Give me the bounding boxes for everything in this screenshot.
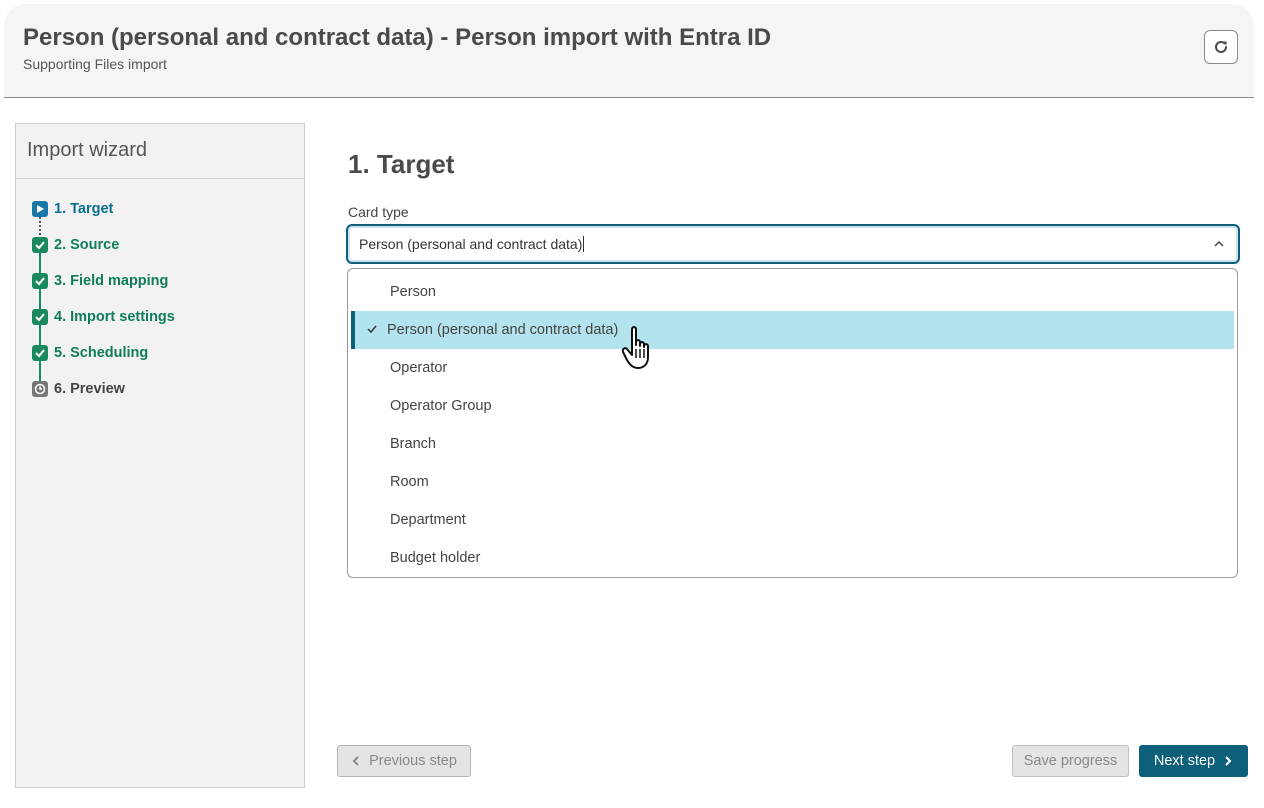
card-type-select[interactable]: Person (personal and contract data): [346, 224, 1240, 264]
option-label: Operator Group: [390, 398, 492, 414]
wizard-step-label: 1. Target: [54, 201, 114, 217]
check-icon: [32, 309, 48, 325]
wizard-step-label: 6. Preview: [54, 381, 125, 397]
page-header: Person (personal and contract data) - Pe…: [4, 4, 1254, 98]
option-operator-group[interactable]: Operator Group: [351, 387, 1234, 425]
import-wizard-sidebar: Import wizard 1. Target 2. Source 3. Fie…: [15, 123, 305, 788]
play-icon: [32, 201, 48, 217]
clock-icon: [32, 381, 48, 397]
check-icon: [32, 237, 48, 253]
wizard-steps: 1. Target 2. Source 3. Field mapping 4. …: [16, 179, 304, 407]
wizard-step-label: 3. Field mapping: [54, 273, 169, 289]
chevron-up-icon[interactable]: [1212, 237, 1226, 251]
next-step-button[interactable]: Next step: [1139, 745, 1248, 777]
option-person-personal-contract[interactable]: Person (personal and contract data): [351, 311, 1234, 349]
wizard-step-field-mapping[interactable]: 3. Field mapping: [16, 263, 304, 299]
save-progress-button[interactable]: Save progress: [1012, 745, 1129, 777]
wizard-step-label: 4. Import settings: [54, 309, 175, 325]
chevron-left-icon: [352, 756, 359, 766]
option-label: Person (personal and contract data): [387, 322, 619, 338]
option-label: Operator: [390, 360, 448, 376]
refresh-icon: [1215, 40, 1227, 53]
step-title: 1. Target: [348, 149, 455, 179]
check-icon: [32, 345, 48, 361]
wizard-step-source[interactable]: 2. Source: [16, 227, 304, 263]
card-type-dropdown: Person Person (personal and contract dat…: [347, 268, 1238, 578]
option-department[interactable]: Department: [351, 501, 1234, 539]
previous-step-label: Previous step: [369, 753, 457, 769]
option-label: Budget holder: [390, 550, 481, 566]
wizard-step-label: 5. Scheduling: [54, 345, 149, 361]
previous-step-button[interactable]: Previous step: [337, 745, 471, 777]
wizard-step-import-settings[interactable]: 4. Import settings: [16, 299, 304, 335]
wizard-step-label: 2. Source: [54, 237, 120, 253]
save-progress-label: Save progress: [1023, 753, 1118, 769]
option-room[interactable]: Room: [351, 463, 1234, 501]
page-subtitle: Supporting Files import: [23, 56, 167, 72]
text-caret: [583, 236, 585, 252]
chevron-right-icon: [1225, 756, 1232, 766]
option-label: Department: [390, 512, 466, 528]
wizard-step-target[interactable]: 1. Target: [16, 191, 304, 227]
hand-pointer-icon: [621, 326, 649, 369]
check-icon: [32, 273, 48, 289]
check-icon: [367, 325, 377, 334]
option-budget-holder[interactable]: Budget holder: [351, 539, 1234, 577]
option-label: Branch: [390, 436, 436, 452]
option-label: Room: [390, 474, 429, 490]
option-branch[interactable]: Branch: [351, 425, 1234, 463]
page-title: Person (personal and contract data) - Pe…: [23, 24, 772, 51]
refresh-button[interactable]: [1204, 30, 1238, 64]
option-operator[interactable]: Operator: [351, 349, 1234, 387]
wizard-step-preview[interactable]: 6. Preview: [16, 371, 304, 407]
option-label: Person: [390, 284, 436, 300]
card-type-label: Card type: [348, 204, 409, 220]
option-person[interactable]: Person: [351, 273, 1234, 311]
next-step-label: Next step: [1153, 753, 1216, 769]
card-type-value: Person (personal and contract data): [359, 236, 583, 252]
wizard-step-scheduling[interactable]: 5. Scheduling: [16, 335, 304, 371]
sidebar-title: Import wizard: [16, 124, 304, 179]
